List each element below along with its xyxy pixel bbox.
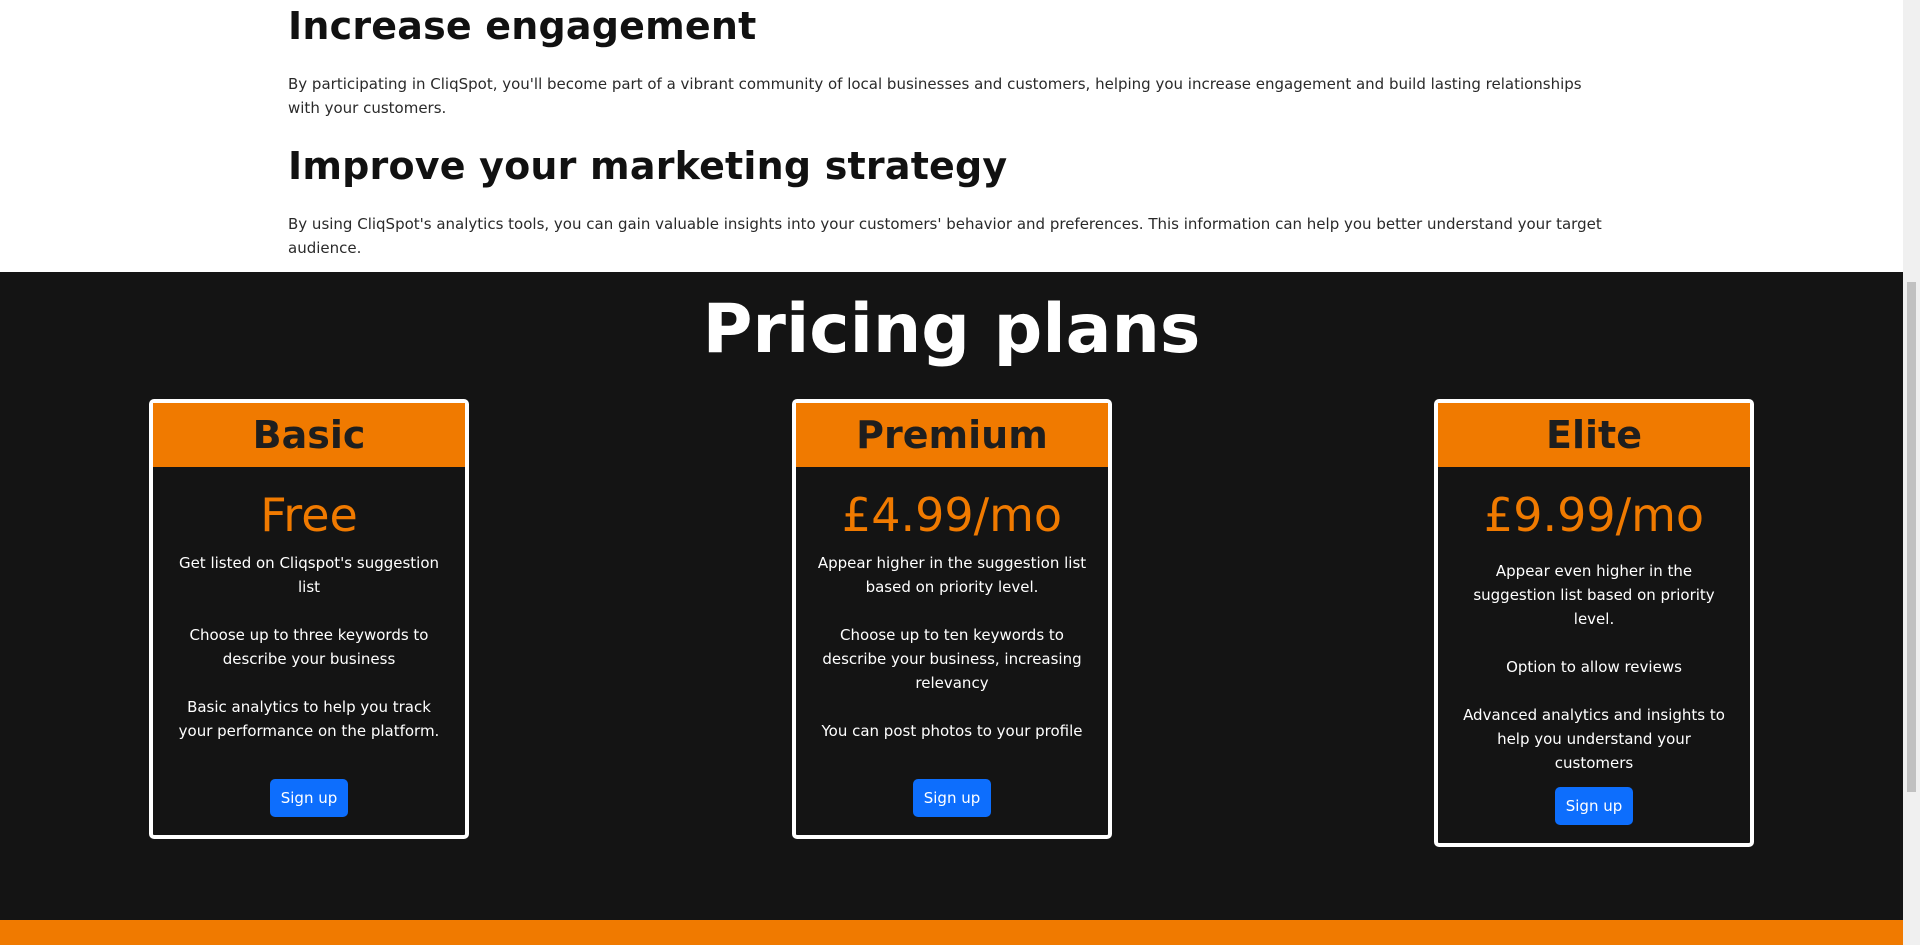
plan-features: Appear higher in the suggestion list bas…	[816, 551, 1088, 743]
plan-name: Basic	[153, 403, 465, 467]
plan-feature: Advanced analytics and insights to help …	[1463, 706, 1725, 772]
plan-price: Free	[260, 488, 358, 542]
plan-features: Get listed on Cliqspot's suggestion list…	[173, 551, 445, 743]
plan-features: Appear even higher in the suggestion lis…	[1458, 559, 1730, 775]
footer-strip	[0, 920, 1903, 945]
plan-feature: Appear even higher in the suggestion lis…	[1473, 562, 1715, 628]
plan-card-elite: Elite £9.99/mo Appear even higher in the…	[1434, 399, 1754, 847]
plan-name: Elite	[1438, 403, 1750, 467]
signup-button-elite[interactable]: Sign up	[1555, 787, 1633, 825]
plan-feature: Option to allow reviews	[1506, 658, 1682, 676]
vertical-scrollbar[interactable]	[1903, 0, 1920, 945]
plan-feature: Choose up to three keywords to describe …	[189, 626, 429, 668]
plan-price: £4.99/mo	[841, 488, 1063, 542]
plan-card-basic: Basic Free Get listed on Cliqspot's sugg…	[149, 399, 469, 839]
plan-feature: Basic analytics to help you track your p…	[178, 698, 440, 740]
scrollbar-thumb[interactable]	[1907, 282, 1916, 792]
plan-feature: Appear higher in the suggestion list bas…	[817, 554, 1087, 596]
features-section: Increase engagement By participating in …	[0, 0, 1903, 272]
marketing-text-block: By using CliqSpot's analytics tools, you…	[288, 212, 1618, 260]
marketing-text: By using CliqSpot's analytics tools, you…	[288, 215, 1602, 257]
plan-feature: Get listed on Cliqspot's suggestion list	[178, 554, 440, 596]
marketing-block: Improve your marketing strategy	[288, 144, 1618, 188]
engagement-block: Increase engagement	[288, 4, 1618, 48]
engagement-text-block: By participating in CliqSpot, you'll bec…	[288, 72, 1618, 120]
plan-card-premium: Premium £4.99/mo Appear higher in the su…	[792, 399, 1112, 839]
plan-price: £9.99/mo	[1483, 488, 1705, 542]
engagement-text: By participating in CliqSpot, you'll bec…	[288, 75, 1582, 117]
signup-button-basic[interactable]: Sign up	[270, 779, 348, 817]
pricing-section: Pricing plans Basic Free Get listed on C…	[0, 272, 1903, 920]
engagement-heading: Increase engagement	[288, 4, 757, 48]
plan-name: Premium	[796, 403, 1108, 467]
pricing-title: Pricing plans	[702, 290, 1201, 369]
plan-feature: Choose up to ten keywords to describe yo…	[822, 626, 1082, 692]
marketing-heading: Improve your marketing strategy	[288, 144, 1008, 188]
page: Increase engagement By participating in …	[0, 0, 1920, 945]
signup-button-premium[interactable]: Sign up	[913, 779, 991, 817]
plan-feature: You can post photos to your profile	[821, 722, 1083, 740]
